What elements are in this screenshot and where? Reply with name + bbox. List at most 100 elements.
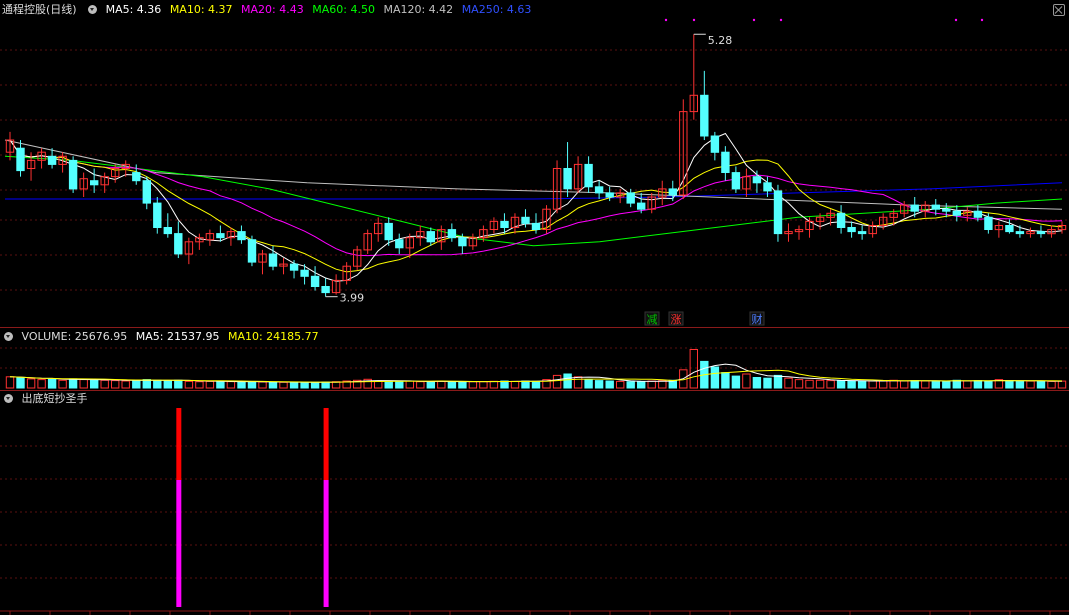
volume-bar	[563, 373, 572, 389]
volume-bar	[521, 380, 530, 389]
volume-bar	[742, 373, 751, 389]
indicator-panel-dropdown-icon[interactable]	[4, 394, 13, 403]
event-zhang-label: 涨	[671, 313, 682, 326]
volume-bar	[900, 380, 909, 389]
indicator-header: 出底短抄圣手	[2, 391, 93, 407]
volume-bar	[510, 380, 520, 389]
volume-bar	[395, 380, 404, 389]
candle-body	[1015, 231, 1025, 235]
candle-body	[710, 135, 720, 153]
volume-bar	[963, 380, 972, 389]
volume-bar	[752, 377, 762, 389]
volume-bar	[794, 379, 804, 389]
candle-body	[216, 233, 225, 239]
volume-bar	[689, 349, 698, 389]
ma5-value: MA5: 4.36	[105, 3, 162, 16]
volume-bar	[910, 380, 919, 389]
volume-bar	[195, 381, 204, 389]
volume-bar	[815, 379, 825, 389]
candle-body	[626, 192, 635, 204]
volume-bar	[836, 380, 846, 389]
volume-bar	[279, 381, 288, 389]
volume-bar	[174, 379, 183, 389]
volume-bar	[258, 381, 267, 389]
event-cai-label: 财	[752, 312, 763, 326]
volume-bar	[952, 379, 961, 389]
volume-header: VOLUME: 25676.95 MA5: 21537.95 MA10: 241…	[2, 329, 324, 345]
volume-bar	[784, 377, 793, 389]
candle-body	[584, 163, 593, 188]
candle-body	[984, 216, 993, 231]
candle-body	[1005, 225, 1014, 233]
volume-dropdown-icon[interactable]	[4, 332, 13, 341]
candle-body	[447, 229, 457, 239]
candle-body	[752, 176, 762, 184]
volume-bar	[879, 380, 888, 389]
candle-body	[531, 222, 541, 230]
candle-body	[321, 286, 330, 294]
volume-bar	[90, 379, 99, 389]
candle-body	[247, 239, 257, 263]
volume-bar	[111, 380, 120, 389]
volume-bar	[458, 381, 467, 389]
volume-bar	[1057, 380, 1067, 389]
candle-body	[426, 231, 436, 243]
volume-bar	[1005, 380, 1014, 389]
candle-body	[1036, 231, 1046, 235]
volume-bar	[132, 379, 141, 389]
volume-bar	[931, 380, 940, 389]
candle-body	[500, 220, 509, 228]
volume-bar	[300, 382, 309, 389]
volume-bar	[26, 378, 36, 389]
volume-bar	[5, 376, 15, 389]
candle-body	[563, 168, 572, 190]
volume-bar	[416, 381, 425, 389]
ma20-value: MA20: 4.43	[241, 3, 304, 16]
volume-bar	[984, 380, 993, 389]
candle-body	[857, 231, 867, 235]
volume-bar	[921, 380, 930, 389]
volume-bar	[973, 380, 983, 389]
volume-bar	[163, 380, 173, 389]
candle-body	[521, 216, 530, 224]
volume-ma10-line	[9, 369, 1063, 383]
volume-bar	[773, 374, 783, 389]
volume-bar	[16, 377, 25, 389]
candle-body	[731, 172, 741, 190]
candle-body	[836, 212, 846, 229]
indicator-dropdown-icon[interactable]	[88, 5, 98, 14]
volume-bar	[374, 380, 383, 389]
volume-bar	[468, 381, 478, 389]
candle-body	[637, 202, 646, 210]
candle-body	[931, 204, 940, 210]
volume-bar	[121, 380, 130, 389]
candle-body	[773, 190, 783, 235]
price-chart: 5.28 3.99 减涨 财	[0, 18, 1069, 326]
candle-body	[16, 147, 25, 172]
event-dot	[752, 18, 756, 22]
candle-body	[605, 192, 614, 198]
volume-bar	[447, 381, 457, 389]
volume-bar	[626, 381, 635, 389]
volume-bar	[573, 376, 583, 389]
volume-bar	[489, 380, 499, 389]
volume-bar	[58, 379, 67, 389]
volume-bar	[805, 379, 814, 389]
volume-bar	[437, 380, 446, 389]
event-dot	[954, 18, 958, 22]
candle-body	[174, 233, 183, 255]
high-label: 5.28	[708, 34, 733, 47]
candle-body	[952, 210, 961, 216]
candle-body	[721, 151, 730, 173]
indicator-title: 出底短抄圣手	[21, 392, 88, 405]
signal-bar-bottom	[176, 480, 182, 607]
volume-bar	[216, 381, 225, 389]
volume-bar	[616, 380, 625, 389]
stock-title[interactable]: 通程控股(日线)	[2, 3, 77, 16]
ma60-line	[4, 155, 1063, 247]
candle-body	[458, 237, 467, 247]
candle-body	[847, 227, 856, 233]
volume-bar	[226, 381, 236, 389]
volume-bar	[205, 380, 215, 389]
volume-bar	[37, 379, 46, 389]
